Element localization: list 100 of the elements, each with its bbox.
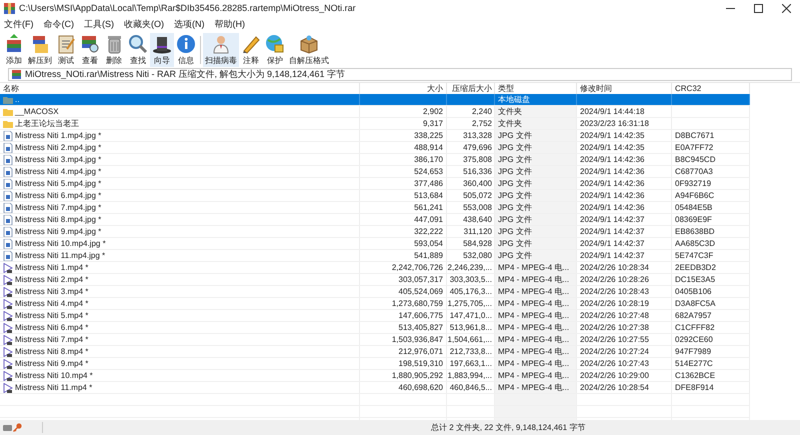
toolbar-button[interactable]: 查看 [78, 33, 102, 67]
table-cell: 514E277C [675, 358, 713, 369]
table-cell: JPG 文件 [498, 166, 532, 177]
file-row[interactable]: Mistress Niti 10.mp4.jpg * 593,054 584,928 JPG 文件 2024/9/1 14:42:37 AA685C3D [0, 238, 750, 250]
table-cell: 2024/9/1 14:42:36 [580, 202, 645, 213]
image-file-icon [3, 190, 13, 200]
minimize-icon [726, 8, 734, 9]
table-cell: 488,914 [414, 142, 443, 153]
file-row[interactable]: .. 本地磁盘 [0, 94, 750, 106]
file-row[interactable]: Mistress Niti 9.mp4.jpg * 322,222 311,120 JPG 文件 2024/9/1 14:42:37 EB8638BD [0, 226, 750, 238]
file-row[interactable]: Mistress Niti 8.mp4 * 212,976,071 212,733,8... MP4 - MPEG-4 电... 2024/2/26 10:27:24 947F7989 [0, 346, 750, 358]
column-header[interactable]: 修改时间 [577, 83, 672, 94]
table-cell: 2EEDB3D2 [675, 262, 716, 273]
file-row[interactable]: Mistress Niti 4.mp4.jpg * 524,653 516,336 JPG 文件 2024/9/1 14:42:36 C68770A3 [0, 166, 750, 178]
file-row[interactable]: Mistress Niti 6.mp4.jpg * 513,684 505,072 JPG 文件 2024/9/1 14:42:36 A94F6B6C [0, 190, 750, 202]
menu-item[interactable]: 收藏夹(O) [124, 18, 164, 32]
toolbar-button[interactable]: 扫描病毒 [203, 33, 239, 67]
file-name: Mistress Niti 7.mp4.jpg * [15, 202, 102, 213]
toolbar-button[interactable]: 查找 [126, 33, 150, 67]
file-row[interactable]: Mistress Niti 3.mp4.jpg * 386,170 375,808 JPG 文件 2024/9/1 14:42:36 B8C945CD [0, 154, 750, 166]
file-name: Mistress Niti 4.mp4 * [15, 298, 88, 309]
column-header[interactable]: 名称 [0, 83, 360, 94]
table-cell: 2024/2/26 10:27:38 [580, 322, 649, 333]
file-row[interactable]: Mistress Niti 5.mp4.jpg * 377,486 360,400 JPG 文件 2024/9/1 14:42:36 0F932719 [0, 178, 750, 190]
toolbar-button[interactable]: 信息 [174, 33, 198, 67]
file-row[interactable]: Mistress Niti 7.mp4 * 1,503,936,847 1,504,661,... MP4 - MPEG-4 电... 2024/2/26 10:27:55 0292CE60 [0, 334, 750, 346]
file-row[interactable]: Mistress Niti 10.mp4 * 1,880,905,292 1,883,994,... MP4 - MPEG-4 电... 2024/2/26 10:29:00 C1362BCE [0, 370, 750, 382]
video-file-icon [3, 358, 13, 368]
table-cell: 405,176,3... [450, 286, 492, 297]
table-cell: 0292CE60 [675, 334, 713, 345]
file-name: Mistress Niti 8.mp4 * [15, 346, 88, 357]
table-cell: 2024/2/26 10:28:34 [580, 262, 649, 273]
file-row[interactable]: Mistress Niti 9.mp4 * 198,519,310 197,663,1... MP4 - MPEG-4 电... 2024/2/26 10:27:43 514E277C [0, 358, 750, 370]
file-row[interactable]: 上老王论坛当老王 9,317 2,752 文件夹 2023/2/23 16:31:18 [0, 118, 750, 130]
file-name: Mistress Niti 8.mp4.jpg * [15, 214, 102, 225]
image-file-icon [3, 250, 13, 260]
table-cell: 460,846,5... [450, 382, 492, 393]
file-row[interactable]: Mistress Niti 1.mp4.jpg * 338,225 313,328 JPG 文件 2024/9/1 14:42:35 D8BC7671 [0, 130, 750, 142]
video-file-icon [3, 322, 13, 332]
file-row[interactable]: Mistress Niti 2.mp4 * 303,057,317 303,303,5... MP4 - MPEG-4 电... 2024/2/26 10:28:26 DC15E3A5 [0, 274, 750, 286]
address-bar[interactable]: MiOtress_NOti.rar\Mistress Niti - RAR 压缩文件, 解包大小为 9,148,124,461 字节 [8, 68, 792, 81]
toolbar-button[interactable]: 删除 [102, 33, 126, 67]
column-header[interactable]: CRC32 [672, 83, 750, 94]
table-cell: C1CFFF82 [675, 322, 715, 333]
file-row[interactable]: Mistress Niti 4.mp4 * 1,273,680,759 1,275,705,... MP4 - MPEG-4 电... 2024/2/26 10:28:19 D3A8FC5A [0, 298, 750, 310]
table-cell: EB8638BD [675, 226, 715, 237]
table-cell: 513,961,8... [450, 322, 492, 333]
file-row[interactable]: Mistress Niti 5.mp4 * 147,606,775 147,471,0... MP4 - MPEG-4 电... 2024/2/26 10:27:48 682A7957 [0, 310, 750, 322]
table-cell: JPG 文件 [498, 214, 532, 225]
file-row[interactable]: Mistress Niti 11.mp4.jpg * 541,889 532,080 JPG 文件 2024/9/1 14:42:37 5E747C3F [0, 250, 750, 262]
table-cell: AA685C3D [675, 238, 716, 249]
menu-item[interactable]: 选项(N) [174, 18, 204, 32]
video-file-icon [3, 262, 13, 272]
toolbar-button[interactable]: 保护 [263, 33, 287, 67]
table-cell: 1,275,705,... [448, 298, 492, 309]
column-header[interactable]: 类型 [495, 83, 577, 94]
image-file-icon [3, 166, 13, 176]
file-name: Mistress Niti 11.mp4.jpg * [15, 250, 106, 261]
table-cell: 584,928 [463, 238, 492, 249]
table-cell: 593,054 [414, 238, 443, 249]
file-name: Mistress Niti 11.mp4 * [15, 382, 92, 393]
toolbar-button[interactable]: 向导 [150, 33, 174, 67]
toolbar-button[interactable]: 测试 [54, 33, 78, 67]
table-cell: 386,170 [414, 154, 443, 165]
menu-item[interactable]: 帮助(H) [214, 18, 245, 32]
archive-icon [12, 70, 21, 79]
menu-item[interactable]: 文件(F) [4, 18, 34, 32]
video-file-icon [3, 370, 13, 380]
file-row[interactable]: Mistress Niti 11.mp4 * 460,698,620 460,846,5... MP4 - MPEG-4 电... 2024/2/26 10:28:54 DFE8F914 [0, 382, 750, 394]
menu-item[interactable]: 命令(C) [44, 18, 74, 32]
file-row[interactable]: Mistress Niti 7.mp4.jpg * 561,241 553,008 JPG 文件 2024/9/1 14:42:36 05484E5B [0, 202, 750, 214]
file-name: Mistress Niti 10.mp4.jpg * [15, 238, 106, 249]
table-cell: 516,336 [463, 166, 492, 177]
file-name: Mistress Niti 9.mp4.jpg * [15, 226, 102, 237]
table-cell: 198,519,310 [398, 358, 443, 369]
table-cell: 147,471,0... [450, 310, 492, 321]
table-cell: 212,976,071 [398, 346, 443, 357]
file-row[interactable]: Mistress Niti 8.mp4.jpg * 447,091 438,640 JPG 文件 2024/9/1 14:42:37 08369E9F [0, 214, 750, 226]
table-cell: JPG 文件 [498, 178, 532, 189]
file-name: 上老王论坛当老王 [15, 118, 79, 129]
table-cell: 447,091 [414, 214, 443, 225]
toolbar-button[interactable]: 自解压格式 [287, 33, 331, 67]
toolbar-button[interactable]: 注释 [239, 33, 263, 67]
file-row[interactable]: Mistress Niti 2.mp4.jpg * 488,914 479,696 JPG 文件 2024/9/1 14:42:35 E0A7FF72 [0, 142, 750, 154]
toolbar-button[interactable]: 添加 [2, 33, 26, 67]
menu-item[interactable]: 工具(S) [84, 18, 114, 32]
table-cell: 2,246,239,... [448, 262, 492, 273]
file-row[interactable]: Mistress Niti 6.mp4 * 513,405,827 513,961,8... MP4 - MPEG-4 电... 2024/2/26 10:27:38 C1CFFF82 [0, 322, 750, 334]
file-row[interactable]: Mistress Niti 1.mp4 * 2,242,706,726 2,246,239,... MP4 - MPEG-4 电... 2024/2/26 10:28:34 2EEDB3D2 [0, 262, 750, 274]
table-cell: 438,640 [463, 214, 492, 225]
toolbar-button[interactable]: 解压到 [26, 33, 54, 67]
magnifier-icon [128, 34, 148, 54]
books-icon [4, 34, 24, 54]
table-cell: JPG 文件 [498, 226, 532, 237]
file-row[interactable]: __MACOSX 2,902 2,240 文件夹 2024/9/1 14:44:18 [0, 106, 750, 118]
table-cell: JPG 文件 [498, 130, 532, 141]
file-row[interactable]: Mistress Niti 3.mp4 * 405,524,069 405,176,3... MP4 - MPEG-4 电... 2024/2/26 10:28:43 0405B106 [0, 286, 750, 298]
top-hat-icon [152, 34, 172, 54]
pencil-icon [241, 34, 261, 54]
table-cell: MP4 - MPEG-4 电... [498, 346, 570, 357]
